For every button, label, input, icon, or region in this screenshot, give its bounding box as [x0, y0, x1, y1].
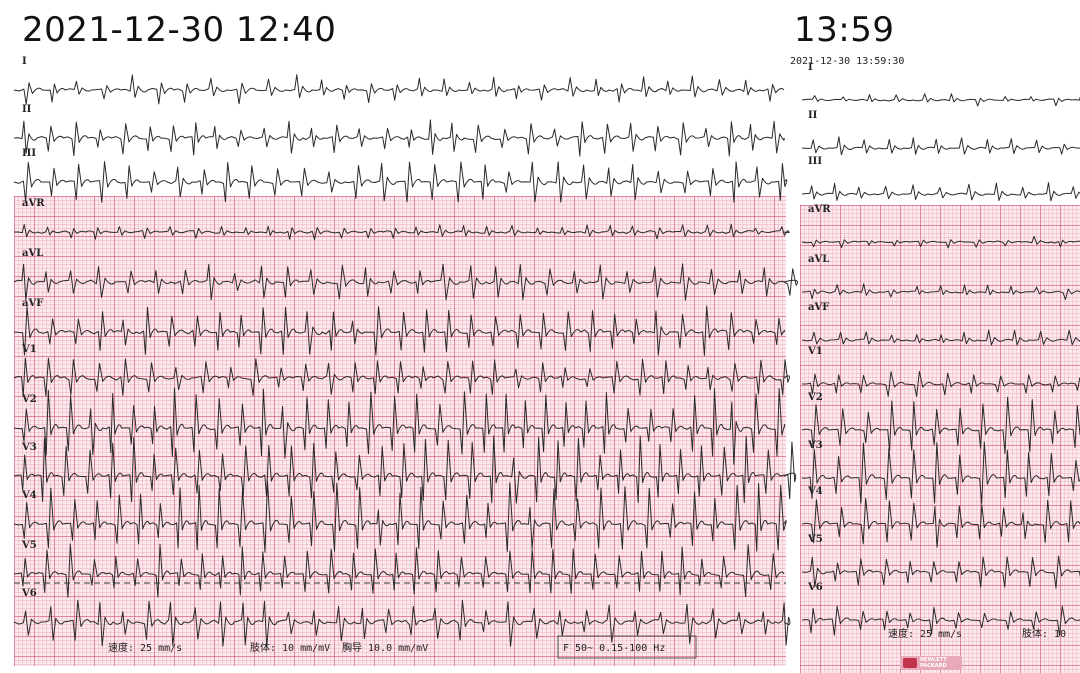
lead-label-v1: V1 [807, 346, 823, 357]
right-ecg-traces: IIIIIIaVRaVLaVFV1V2V3V4V5V6 速度: 25 mm/s … [801, 62, 1080, 640]
lead-label-v4: V4 [807, 486, 823, 497]
lead-label-ii: II [22, 104, 32, 115]
lead-label-v4: V4 [21, 490, 37, 501]
ecg-trace-v4 [801, 497, 1080, 548]
ecg-trace-v3 [801, 441, 1080, 505]
ecg-trace-i [13, 74, 785, 105]
ecg-trace-v2 [801, 396, 1080, 454]
ecg-trace-ii [13, 119, 785, 157]
ecg-trace-iii [13, 161, 788, 203]
ecg-trace-avl [801, 283, 1080, 300]
lead-label-v5: V5 [807, 534, 823, 545]
ecg-trace-ii [801, 136, 1080, 156]
lead-label-v6: V6 [21, 588, 37, 599]
logo-line-2: PACKARD [920, 663, 947, 669]
ecg-trace-v3 [13, 435, 797, 504]
lead-label-avf: aVF [808, 302, 829, 313]
lead-label-avf: aVF [22, 298, 43, 309]
lead-label-avl: aVL [22, 248, 43, 259]
left-chest-text: 胸导 10.0 mm/mV [342, 641, 428, 654]
hewlett-packard-logo: HEWLETT PACKARD [900, 656, 962, 670]
left-limb-text: 肢体: 10 mm/mV [250, 641, 330, 654]
left-filter-text: F 50~ 0.15-100 Hz [563, 643, 665, 654]
lead-label-avl: aVL [808, 254, 829, 265]
lead-label-avr: aVR [808, 204, 831, 215]
ecg-trace-v2 [13, 387, 786, 465]
lead-label-iii: III [22, 148, 36, 159]
lead-label-i: I [808, 62, 813, 73]
hp-badge-icon [903, 658, 917, 668]
left-speed-text: 速度: 25 mm/s [108, 641, 182, 654]
right-limb-text: 肢体: 10 [1022, 627, 1066, 640]
ecg-trace-avr [14, 223, 790, 241]
right-speed-text: 速度: 25 mm/s [888, 627, 962, 640]
ecg-trace-avf [801, 329, 1080, 346]
lead-label-ii: II [808, 110, 818, 121]
lead-label-v3: V3 [807, 440, 823, 451]
ecg-trace-v1 [13, 357, 790, 397]
lead-label-i: I [22, 56, 27, 67]
ecg-trace-v5 [801, 555, 1080, 589]
ecg-trace-avf [13, 305, 786, 356]
ecg-trace-v5 [13, 543, 785, 598]
left-ecg-panel: 2021-12-30 12:40 I II III aVR aVL aVF V1 V2 V3 V4… [0, 0, 798, 673]
lead-label-v3: V3 [21, 442, 37, 453]
left-ecg-traces: IIIIIIaVRaVLaVFV1V2V3V4V5V6 速度: 25 mm/s … [13, 56, 798, 659]
right-ecg-panel: 13:59 2021-12-30 13:59:30 I II III aVR aVL aV… [790, 0, 1080, 673]
lead-label-v5: V5 [21, 540, 37, 551]
ecg-trace-avr [801, 235, 1080, 249]
ecg-trace-iii [801, 182, 1080, 202]
ecg-trace-v6 [13, 599, 791, 648]
ecg-trace-v4 [13, 481, 787, 553]
ecg-trace-avl [13, 263, 798, 301]
ecg-trace-i [801, 93, 1080, 107]
ecg-trace-v1 [802, 371, 1080, 397]
lead-label-iii: III [808, 156, 822, 167]
lead-label-v2: V2 [807, 392, 823, 403]
